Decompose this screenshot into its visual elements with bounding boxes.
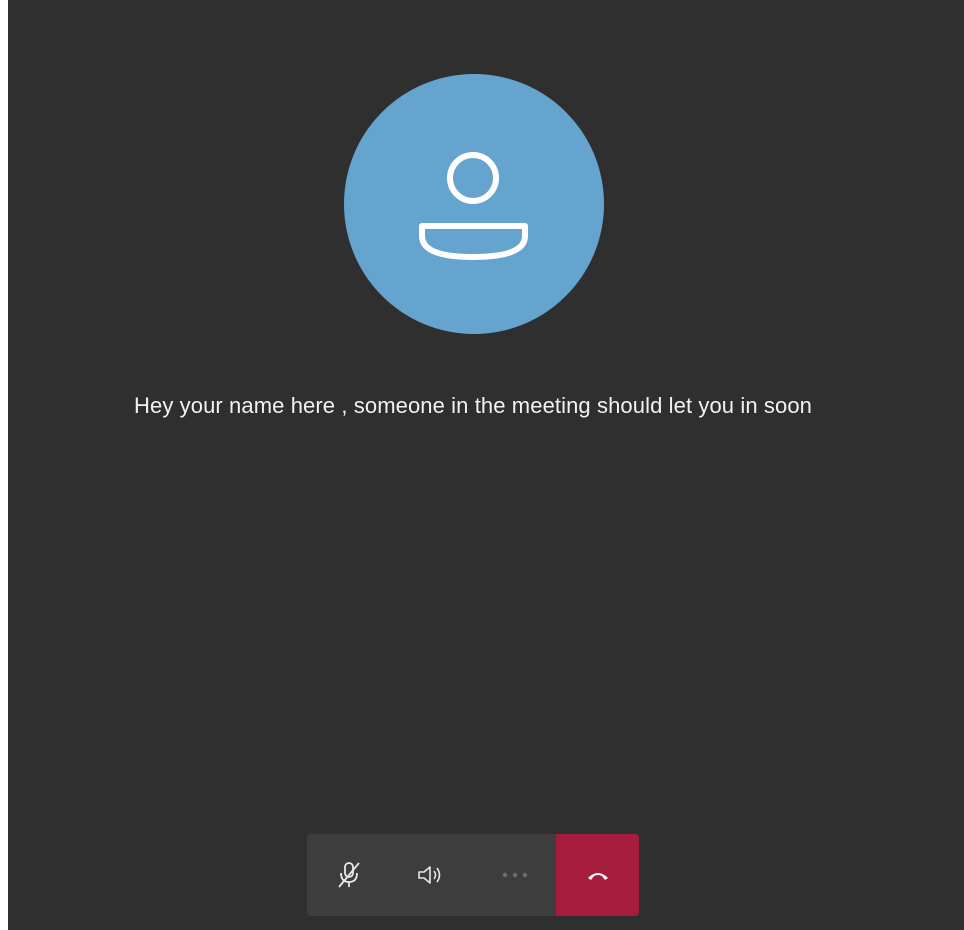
lobby-message: Hey your name here , someone in the meet…	[134, 393, 812, 418]
mute-button[interactable]	[307, 834, 390, 916]
more-options-icon	[502, 872, 527, 878]
meeting-lobby-screen: Hey your name here , someone in the meet…	[8, 0, 964, 930]
avatar	[344, 74, 604, 334]
speaker-button[interactable]	[390, 834, 473, 916]
speaker-icon	[417, 866, 440, 884]
mic-off-icon	[337, 862, 360, 888]
hang-up-button[interactable]	[556, 834, 639, 916]
hang-up-icon	[587, 873, 608, 880]
person-icon	[419, 152, 528, 260]
call-toolbar	[307, 834, 639, 916]
more-options-button[interactable]	[473, 834, 556, 916]
